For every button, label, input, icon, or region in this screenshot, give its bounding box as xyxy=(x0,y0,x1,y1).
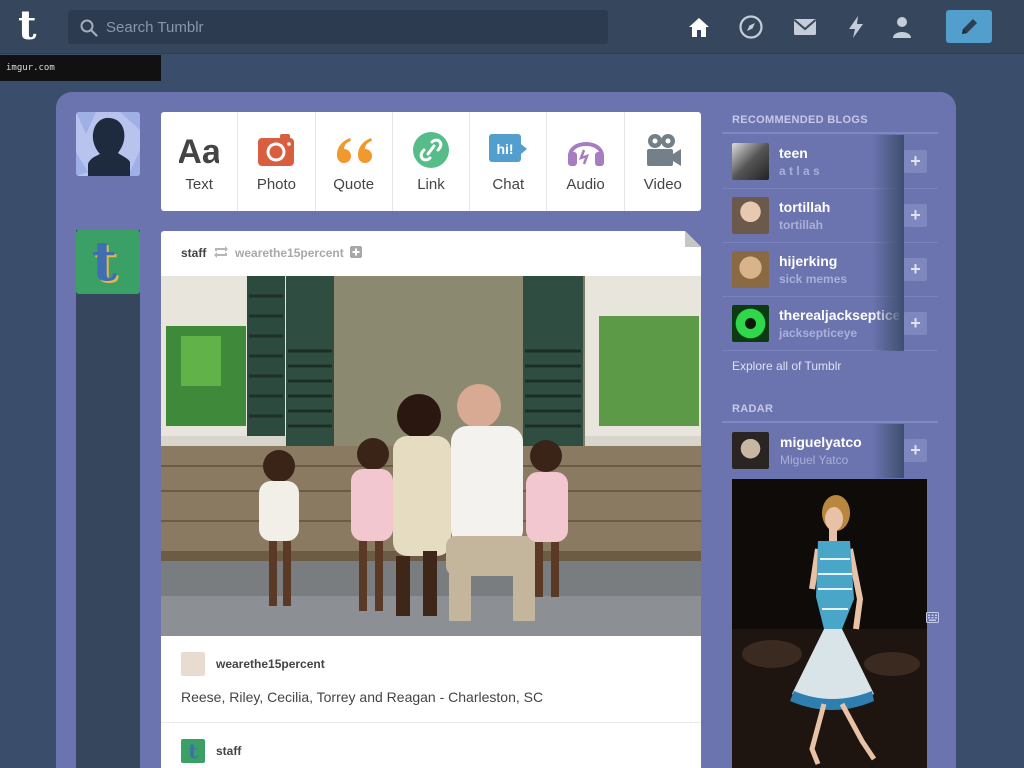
top-bar: t xyxy=(0,0,1024,54)
staff-small-avatar[interactable]: t xyxy=(181,739,205,763)
reblog-icon xyxy=(213,246,228,258)
user-avatar[interactable] xyxy=(76,112,140,176)
camera-icon xyxy=(258,134,295,166)
staff-avatar[interactable]: t xyxy=(76,230,140,294)
name-fade xyxy=(872,189,904,243)
blog-subtitle: a t l a s xyxy=(779,164,820,178)
recommended-blog-item[interactable]: therealjacksepticeye jacksepticeye + xyxy=(722,297,938,351)
follow-plus-icon[interactable]: + xyxy=(904,439,927,462)
post-type-chat[interactable]: hi! Chat xyxy=(470,112,548,211)
quote-icon xyxy=(336,138,372,163)
recommended-blogs-title: RECOMMENDED BLOGS xyxy=(732,114,868,126)
name-fade xyxy=(872,297,904,351)
post-type-label: Chat xyxy=(492,176,525,193)
radar-post-image[interactable] xyxy=(732,479,927,768)
blog-avatar xyxy=(732,143,769,180)
source-avatar[interactable] xyxy=(181,652,205,676)
family-photo-image xyxy=(161,276,701,636)
blog-subtitle: jacksepticeye xyxy=(779,326,858,340)
sidebar-divider xyxy=(722,421,938,423)
post-type-label: Photo xyxy=(256,176,297,193)
radar-title: RADAR xyxy=(732,403,774,415)
follow-plus-icon[interactable]: + xyxy=(904,312,927,335)
chat-badge-text: hi! xyxy=(497,141,514,157)
svg-text:Aa: Aa xyxy=(179,133,219,170)
search-input[interactable] xyxy=(106,10,596,44)
home-icon[interactable] xyxy=(686,14,712,40)
post-type-label: Text xyxy=(185,176,213,193)
post-photo[interactable] xyxy=(161,276,701,636)
post-divider xyxy=(161,722,701,723)
source-blog-name[interactable]: wearethe15percent xyxy=(216,657,325,671)
radar-blog-item[interactable]: miguelyatco Miguel Yatco + xyxy=(722,424,938,478)
post-card: staff wearethe15percent wearethe15percen… xyxy=(161,231,701,768)
post-type-video[interactable]: Video xyxy=(625,112,701,211)
name-fade xyxy=(872,135,904,189)
runway-model-image xyxy=(732,479,927,768)
post-type-audio[interactable]: Audio xyxy=(547,112,625,211)
headphones-icon xyxy=(567,142,604,166)
post-type-label: Audio xyxy=(566,176,605,193)
post-fold-corner[interactable] xyxy=(685,231,701,247)
blog-avatar xyxy=(732,197,769,234)
blog-subtitle: sick memes xyxy=(779,272,848,286)
blog-avatar xyxy=(732,432,769,469)
reblogger-blog-name[interactable]: staff xyxy=(216,744,241,758)
follow-plus-icon[interactable] xyxy=(350,246,363,258)
keyboard-shortcuts-icon[interactable] xyxy=(926,612,939,623)
blog-subtitle: tortillah xyxy=(779,218,823,232)
post-type-label: Link xyxy=(417,176,445,193)
name-fade xyxy=(872,243,904,297)
blog-subtitle: Miguel Yatco xyxy=(780,453,849,467)
post-author-link[interactable]: staff xyxy=(181,246,206,260)
post-caption: Reese, Riley, Cecilia, Torrey and Reagan… xyxy=(181,689,544,705)
follow-plus-icon[interactable]: + xyxy=(904,204,927,227)
recommended-blog-item[interactable]: hijerking sick memes + xyxy=(722,243,938,297)
text-aa-icon: Aa xyxy=(179,133,219,170)
recommended-blog-item[interactable]: tortillah tortillah + xyxy=(722,189,938,243)
inbox-envelope-icon[interactable] xyxy=(792,14,818,40)
post-type-text[interactable]: Aa Text xyxy=(161,112,239,211)
post-type-label: Quote xyxy=(333,176,375,193)
explore-compass-icon[interactable] xyxy=(738,14,764,40)
name-fade xyxy=(872,424,904,478)
default-avatar-silhouette-icon xyxy=(76,112,140,176)
blog-avatar xyxy=(732,305,769,342)
link-icon xyxy=(412,132,449,168)
chat-bubble-icon: hi! xyxy=(489,134,528,162)
post-header: staff wearethe15percent xyxy=(181,246,363,260)
imgur-watermark: imgur.com xyxy=(0,55,161,81)
post-type-photo[interactable]: Photo xyxy=(238,112,316,211)
post-type-bar: Aa Text Photo Quote Link hi! Chat Audio … xyxy=(161,112,701,211)
post-type-quote[interactable]: Quote xyxy=(316,112,393,211)
compose-button[interactable] xyxy=(946,10,992,43)
search-icon xyxy=(80,19,98,37)
blog-avatar xyxy=(732,251,769,288)
post-type-link[interactable]: Link xyxy=(393,112,471,211)
recommended-blog-item[interactable]: teen a t l a s + xyxy=(722,135,938,189)
pencil-icon xyxy=(962,19,977,34)
follow-plus-icon[interactable]: + xyxy=(904,150,927,173)
sidebar-divider xyxy=(722,132,938,134)
video-camera-icon xyxy=(646,134,681,166)
reblogged-from-link[interactable]: wearethe15percent xyxy=(235,246,344,260)
post-type-label: Video xyxy=(643,176,682,193)
explore-all-link[interactable]: Explore all of Tumblr xyxy=(732,359,841,373)
follow-plus-icon[interactable]: + xyxy=(904,258,927,281)
search-box[interactable] xyxy=(68,10,608,44)
staff-avatar-column xyxy=(76,230,140,768)
account-person-icon[interactable] xyxy=(889,14,915,40)
tumblr-logo[interactable]: t xyxy=(18,6,48,46)
activity-lightning-icon[interactable] xyxy=(843,14,869,40)
